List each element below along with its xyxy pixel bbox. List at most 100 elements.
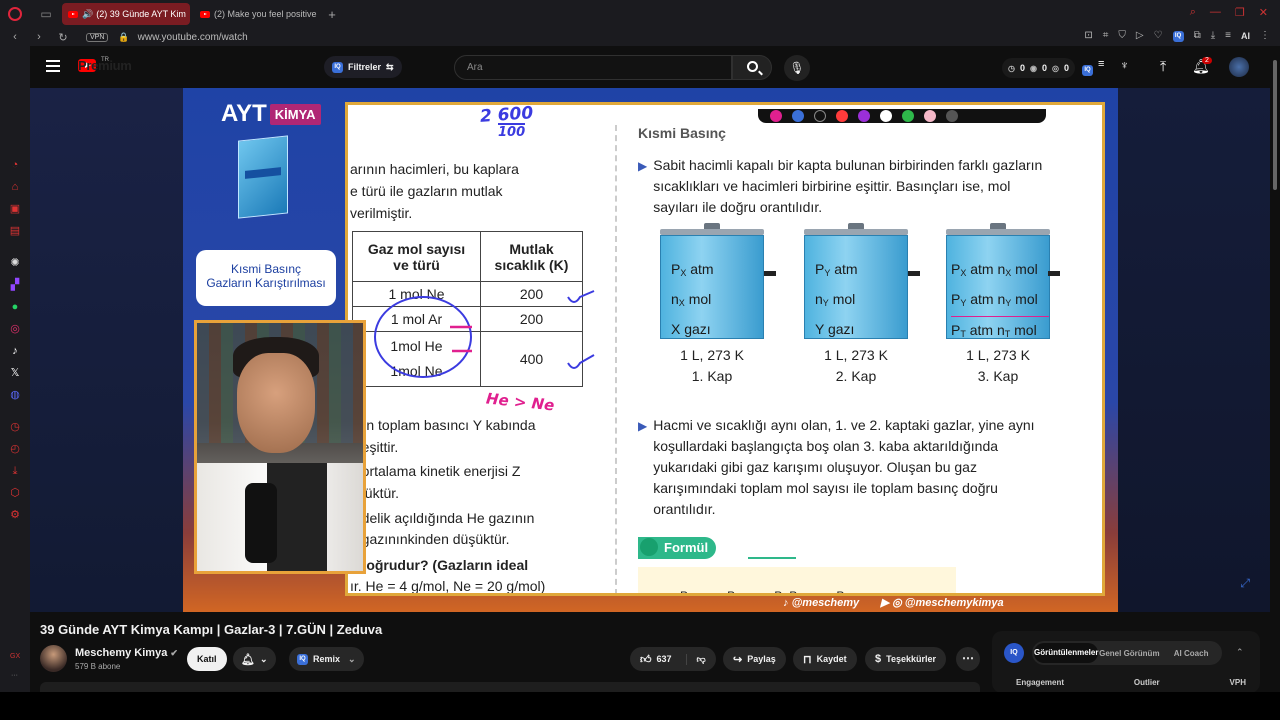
close-icon[interactable]: ✕ bbox=[1259, 6, 1268, 19]
filters-button[interactable]: IQ Filtreler ⇆ bbox=[324, 56, 402, 78]
description-box[interactable] bbox=[40, 682, 980, 692]
instagram-icon[interactable]: ◎ bbox=[8, 322, 22, 336]
thanks-button[interactable]: $ Teşekkürler bbox=[865, 647, 946, 671]
section-title: Kısmi Basınç bbox=[638, 125, 726, 141]
metric-header: Engagement bbox=[1016, 678, 1065, 687]
search-tabs-icon[interactable]: ⌕ bbox=[1190, 6, 1196, 19]
iq-stats-pill[interactable]: ◷ 0 ◉ 0 ◎ 0 bbox=[1002, 58, 1075, 78]
settings-icon[interactable]: ⚙ bbox=[8, 508, 22, 522]
ai-assistant-icon[interactable]: ♆ bbox=[1120, 58, 1129, 72]
x-twitter-icon[interactable]: 𝕏 bbox=[8, 366, 22, 380]
new-tab-button[interactable]: + bbox=[324, 7, 340, 22]
clock-icon[interactable]: ◴ bbox=[8, 442, 22, 456]
discord-icon[interactable]: ◍ bbox=[8, 388, 22, 402]
ai-button[interactable]: AI bbox=[1241, 31, 1250, 41]
share-label: Paylaş bbox=[747, 654, 776, 664]
url-field[interactable]: www.youtube.com/watch bbox=[138, 32, 248, 43]
thumbs-down-icon[interactable]: 👎︎ bbox=[685, 653, 706, 665]
forward-icon[interactable]: › bbox=[30, 31, 48, 43]
like-button[interactable]: 👍︎ 637 👎︎ bbox=[630, 647, 716, 671]
tiktok-icon[interactable]: ♪ bbox=[8, 344, 22, 358]
vpn-badge[interactable]: VPN bbox=[86, 32, 109, 42]
channel-name[interactable]: Meschemy Kimya ✔︎ bbox=[75, 647, 178, 659]
channel-avatar[interactable] bbox=[40, 645, 67, 672]
iq-header-icon[interactable]: IQ bbox=[1082, 58, 1093, 76]
hamburger-menu-icon[interactable] bbox=[46, 60, 60, 72]
snapshot-icon[interactable]: ⌗ bbox=[1103, 30, 1109, 41]
extensions-icon[interactable]: ⬡ bbox=[8, 486, 22, 500]
aria-icon[interactable]: ◔ bbox=[8, 158, 22, 172]
tab-inactive[interactable]: (2) Make you feel positive bbox=[194, 3, 318, 25]
super-thanks-icon: $ bbox=[875, 653, 882, 665]
table-header: Mutlak sıcaklık (K) bbox=[480, 231, 583, 282]
history-icon[interactable]: ◷ bbox=[8, 420, 22, 434]
iq-icon: IQ bbox=[297, 653, 308, 665]
tab-views[interactable]: Görüntülenmeler bbox=[1034, 643, 1099, 663]
minimize-icon[interactable]: — bbox=[1210, 6, 1221, 19]
shield-icon[interactable]: ⛉ bbox=[1118, 30, 1126, 41]
play-icon[interactable]: ▷ bbox=[1136, 30, 1144, 41]
chevron-up-icon[interactable]: ⌃ bbox=[1236, 647, 1244, 658]
browser-sidebar: ◔ ⌂ ▣ ▤ ✺ ▞ ● ◎ ♪ 𝕏 ◍ ◷ ◴ ⤓ ⬡ ⚙ bbox=[0, 46, 30, 720]
maximize-icon[interactable]: ❐ bbox=[1235, 6, 1245, 19]
tab-ai-coach[interactable]: AI Coach bbox=[1160, 649, 1222, 658]
search-input[interactable]: Ara bbox=[454, 55, 732, 80]
iq-extension-icon[interactable]: IQ bbox=[1172, 29, 1184, 42]
youtube-handle: @meschemykimya bbox=[904, 597, 1004, 609]
microphone-icon: 🎙 bbox=[789, 61, 805, 75]
join-button[interactable]: Katıl bbox=[187, 647, 227, 671]
notification-count: 2 bbox=[1202, 57, 1212, 64]
extension-bar: ⊡ ⌗ ⛉ ▷ ♡ IQ ⧉ ⤓ ≡ AI ⋮ bbox=[1084, 29, 1270, 42]
heart-icon[interactable]: ♡ bbox=[1154, 30, 1163, 41]
downloads-icon[interactable]: ⤓ bbox=[8, 464, 22, 478]
back-icon[interactable]: ‹ bbox=[6, 31, 24, 43]
workspaces-icon[interactable]: ▭ bbox=[36, 4, 56, 24]
container-name: 1. Kap bbox=[691, 368, 733, 384]
video-player[interactable]: AYT KİMYA Kısmi Basınç Gazların Karıştırı… bbox=[30, 88, 1270, 612]
easy-setup-icon[interactable]: ≡ bbox=[1225, 30, 1231, 41]
bookmark-icon[interactable]: ⊡ bbox=[1084, 30, 1092, 41]
sidebar-more-icon[interactable]: ··· bbox=[11, 672, 18, 679]
list-icon[interactable]: ≡ bbox=[1098, 58, 1104, 70]
subscribe-bell-button[interactable]: 🔔︎ ⌄ bbox=[233, 647, 276, 671]
reload-icon[interactable]: ↻ bbox=[54, 31, 72, 44]
video-title: 39 Günde AYT Kimya Kampı | Gazlar-3 | 7.… bbox=[40, 622, 383, 637]
paragraph: ▶ Sabit hacimli kapalı bir kapta bulunan … bbox=[638, 155, 1068, 218]
bottom-strip bbox=[0, 692, 1280, 720]
page-scrollbar[interactable] bbox=[1272, 56, 1278, 686]
menu-icon[interactable]: ⋮ bbox=[1260, 30, 1270, 41]
audio-playing-icon[interactable]: 🔊 bbox=[82, 9, 93, 20]
tab-overview[interactable]: Genel Görünüm bbox=[1098, 649, 1160, 658]
save-button[interactable]: ⊓ Kaydet bbox=[793, 647, 857, 671]
player-icon[interactable]: ▤ bbox=[8, 224, 22, 238]
search-button[interactable] bbox=[732, 55, 772, 80]
metric-header: VPH bbox=[1229, 678, 1246, 687]
tiktok-icon: ♪ bbox=[783, 597, 789, 609]
container-2: PY atm nY mol Y gazı 1 L, 273 K 2. Kap bbox=[804, 223, 920, 387]
container-body: PX atm nX mol X gazı bbox=[660, 235, 764, 339]
account-avatar[interactable] bbox=[1229, 57, 1249, 77]
like-count: 637 bbox=[656, 654, 672, 664]
twitch-icon[interactable]: ▞ bbox=[8, 278, 22, 292]
sliders-icon: ⇆ bbox=[386, 61, 394, 72]
lock-icon[interactable]: 🔒 bbox=[118, 32, 129, 43]
puzzle-icon[interactable]: ⧉ bbox=[1194, 30, 1201, 41]
target-stat-icon: ◎ bbox=[1052, 63, 1059, 73]
tab-active[interactable]: 🔊 (2) 39 Günde AYT Kim bbox=[62, 3, 190, 25]
upload-icon[interactable]: ⤒ bbox=[1160, 58, 1166, 75]
gx-corner-icon[interactable]: ▣ bbox=[8, 202, 22, 216]
whatsapp-icon[interactable]: ● bbox=[8, 300, 22, 314]
opera-logo-icon[interactable] bbox=[0, 0, 30, 28]
share-button[interactable]: ↪ Paylaş bbox=[723, 647, 786, 671]
bullet-triangle-icon: ▶ bbox=[638, 419, 648, 433]
shopping-icon[interactable]: ⌂ bbox=[8, 180, 22, 194]
voice-search-button[interactable]: 🎙 bbox=[784, 55, 810, 81]
download-icon[interactable]: ⤓ bbox=[1211, 30, 1215, 41]
microphone bbox=[245, 483, 277, 563]
player-expand-icon[interactable]: ⤢ bbox=[1240, 576, 1250, 591]
youtube-premium-logo[interactable]: Premium TR bbox=[78, 57, 132, 73]
gx-icon[interactable]: GX bbox=[10, 653, 20, 660]
remix-button[interactable]: IQ Remix ⌄ bbox=[289, 647, 364, 671]
more-actions-button[interactable]: ⋯ bbox=[956, 647, 980, 671]
chatgpt-icon[interactable]: ✺ bbox=[8, 256, 22, 270]
